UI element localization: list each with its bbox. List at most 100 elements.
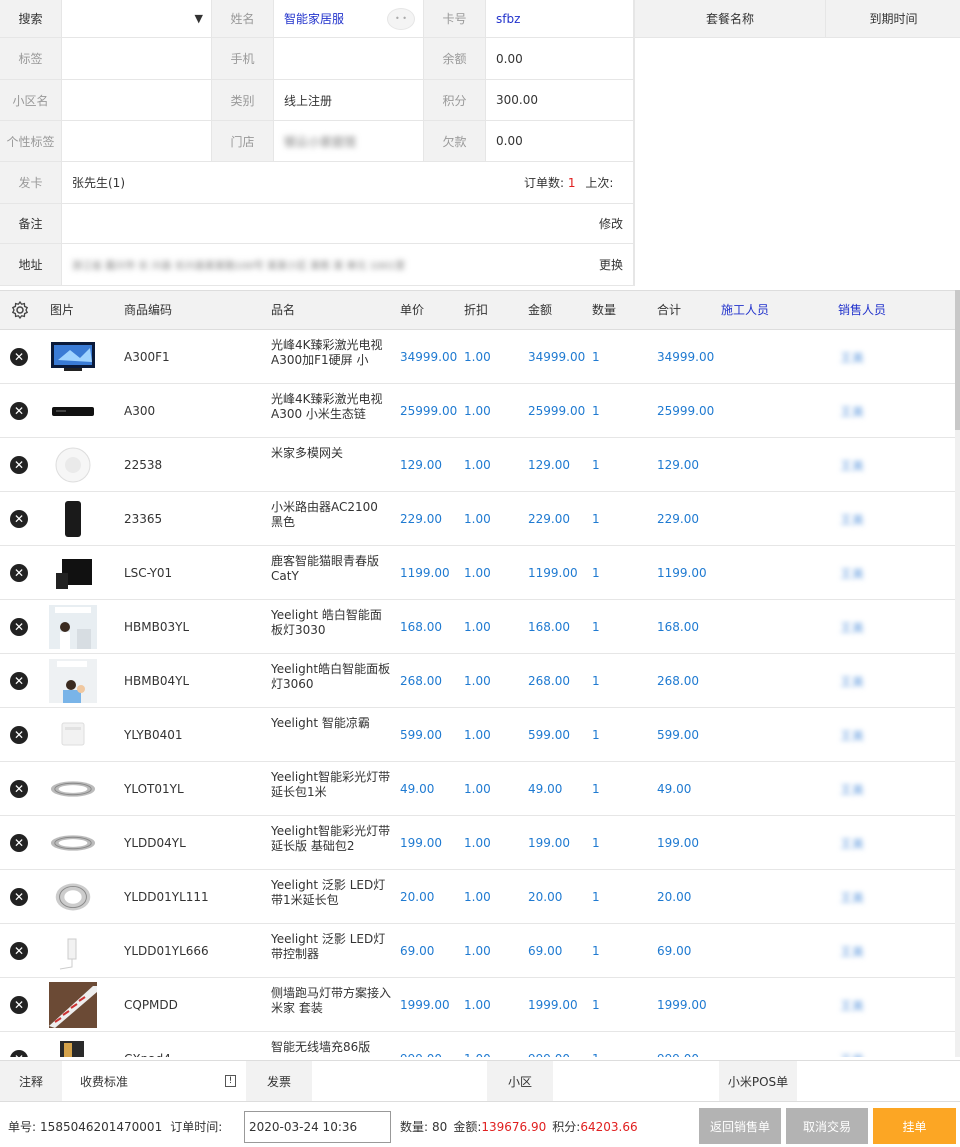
cell-installer[interactable] (721, 492, 821, 546)
cell-qty[interactable]: 1 (592, 546, 600, 600)
cell-installer[interactable] (721, 438, 821, 492)
cell-price[interactable]: 229.00 (400, 492, 460, 546)
cell-qty[interactable]: 1 (592, 978, 600, 1032)
charge-standard-field[interactable]: 收费标准 ! (62, 1061, 246, 1101)
cell-discount[interactable]: 1.00 (464, 762, 491, 816)
cell-price[interactable]: 999.00 (400, 1032, 460, 1057)
edit-note-icon[interactable]: ! (225, 1075, 236, 1087)
cell-discount[interactable]: 1.00 (464, 654, 491, 708)
name-field[interactable]: 智能家居服 • • (274, 0, 424, 38)
search-dropdown[interactable]: ▼ (62, 0, 212, 38)
remark-field[interactable]: 修改 (62, 204, 634, 244)
cell-qty[interactable]: 1 (592, 924, 600, 978)
cell-discount[interactable]: 1.00 (464, 492, 491, 546)
table-row[interactable]: ✕ 22538 米家多模网关 129.00 1.00 129.00 1 129.00 王美 (0, 438, 955, 492)
cell-price[interactable]: 199.00 (400, 816, 460, 870)
cell-installer[interactable] (721, 654, 821, 708)
cell-seller[interactable]: 王美 (840, 600, 864, 654)
cell-installer[interactable] (721, 546, 821, 600)
cell-price[interactable]: 34999.00 (400, 330, 460, 384)
remove-item-button[interactable]: ✕ (10, 762, 28, 816)
cell-discount[interactable]: 1.00 (464, 546, 491, 600)
cell-seller[interactable]: 王美 (840, 1032, 864, 1058)
hold-order-button[interactable]: 挂单 (873, 1108, 956, 1144)
remove-item-button[interactable]: ✕ (10, 708, 28, 762)
remove-item-button[interactable]: ✕ (10, 654, 28, 708)
cell-installer[interactable] (721, 600, 821, 654)
cell-qty[interactable]: 1 (592, 330, 600, 384)
table-row[interactable]: ✕ YLDD01YL111 Yeelight 泛影 LED灯带1米延长包 20.00 1… (0, 870, 955, 924)
cell-seller[interactable]: 王美 (840, 330, 864, 384)
cell-qty[interactable]: 1 (592, 600, 600, 654)
table-row[interactable]: ✕ CQPMDD 侧墙跑马灯带方案接入米家 套装 1999.00 1.00 1999.00… (0, 978, 955, 1032)
remark-edit-link[interactable]: 修改 (599, 215, 623, 232)
cell-qty[interactable]: 1 (592, 654, 600, 708)
cell-price[interactable]: 25999.00 (400, 384, 460, 438)
cell-discount[interactable]: 1.00 (464, 978, 491, 1032)
table-row[interactable]: ✕ 23365 小米路由器AC2100 黑色 229.00 1.00 229.00 1 229… (0, 492, 955, 546)
settings-gear-icon[interactable] (10, 291, 30, 329)
cell-discount[interactable]: 1.00 (464, 384, 491, 438)
remove-item-button[interactable]: ✕ (10, 438, 28, 492)
table-row[interactable]: ✕ YLYB0401 Yeelight 智能凉霸 599.00 1.00 599.00 1 5… (0, 708, 955, 762)
remove-item-button[interactable]: ✕ (10, 924, 28, 978)
table-row[interactable]: ✕ A300 光峰4K臻彩激光电视A300 小米生态链 25999.00 1.00 259… (0, 384, 955, 438)
community-footer-field[interactable] (553, 1061, 719, 1101)
table-row[interactable]: ✕ HBMB04YL Yeelight皓白智能面板灯3060 268.00 1.00 26… (0, 654, 955, 708)
cell-discount[interactable]: 1.00 (464, 924, 491, 978)
table-row[interactable]: ✕CXpad4智能无线墙充86版999.001.00999.001999.00王… (0, 1032, 955, 1057)
cell-qty[interactable]: 1 (592, 708, 600, 762)
cell-qty[interactable]: 1 (592, 1032, 600, 1057)
cell-seller[interactable]: 王美 (840, 870, 864, 924)
return-sales-order-button[interactable]: 返回销售单 (699, 1108, 781, 1144)
remove-item-button[interactable]: ✕ (10, 600, 28, 654)
cell-seller[interactable]: 王美 (840, 708, 864, 762)
cell-price[interactable]: 20.00 (400, 870, 460, 924)
cell-seller[interactable]: 王美 (840, 546, 864, 600)
remove-item-button[interactable]: ✕ (10, 870, 28, 924)
scrollbar-thumb[interactable] (955, 290, 960, 430)
invoice-field[interactable] (312, 1061, 487, 1101)
phone-field[interactable] (274, 38, 424, 80)
cell-installer[interactable] (721, 870, 821, 924)
cell-seller[interactable]: 王美 (840, 492, 864, 546)
cell-installer[interactable] (721, 762, 821, 816)
table-row[interactable]: ✕ LSC-Y01 鹿客智能猫眼青春版 CatY 1199.00 1.00 1199.00… (0, 546, 955, 600)
cell-qty[interactable]: 1 (592, 438, 600, 492)
cell-price[interactable]: 69.00 (400, 924, 460, 978)
table-row[interactable]: ✕ HBMB03YL Yeelight 皓白智能面板灯3030 168.00 1.00 1… (0, 600, 955, 654)
cell-installer[interactable] (721, 330, 821, 384)
table-row[interactable]: ✕ YLDD04YL Yeelight智能彩光灯带 延长版 基础包2 199.00 1.… (0, 816, 955, 870)
address-change-link[interactable]: 更换 (592, 256, 623, 273)
cell-installer[interactable] (721, 924, 821, 978)
cell-price[interactable]: 168.00 (400, 600, 460, 654)
cell-qty[interactable]: 1 (592, 384, 600, 438)
cell-seller[interactable]: 王美 (840, 924, 864, 978)
cell-installer[interactable] (721, 1032, 821, 1057)
community-field[interactable] (62, 80, 212, 121)
cell-seller[interactable]: 王美 (840, 438, 864, 492)
remove-item-button[interactable]: ✕ (10, 546, 28, 600)
cell-seller[interactable]: 王美 (840, 978, 864, 1032)
cell-installer[interactable] (721, 978, 821, 1032)
table-row[interactable]: ✕ A300F1 光峰4K臻彩激光电视A300加F1硬屏 小 34999.00 1.00… (0, 330, 955, 384)
cell-discount[interactable]: 1.00 (464, 600, 491, 654)
remove-item-button[interactable]: ✕ (10, 492, 28, 546)
remove-item-button[interactable]: ✕ (10, 1032, 28, 1057)
order-time-input[interactable]: 2020-03-24 10:36 (244, 1111, 391, 1143)
pos-field[interactable] (797, 1061, 960, 1101)
cell-installer[interactable] (721, 816, 821, 870)
cell-seller[interactable]: 王美 (840, 384, 864, 438)
table-row[interactable]: ✕ YLDD01YL666 Yeelight 泛影 LED灯带控制器 69.00 1.0… (0, 924, 955, 978)
cell-discount[interactable]: 1.00 (464, 1032, 491, 1057)
cell-price[interactable]: 268.00 (400, 654, 460, 708)
cell-price[interactable]: 49.00 (400, 762, 460, 816)
cell-price[interactable]: 1999.00 (400, 978, 460, 1032)
cell-discount[interactable]: 1.00 (464, 870, 491, 924)
cell-qty[interactable]: 1 (592, 492, 600, 546)
cell-discount[interactable]: 1.00 (464, 816, 491, 870)
cell-seller[interactable]: 王美 (840, 762, 864, 816)
cell-seller[interactable]: 王美 (840, 654, 864, 708)
remove-item-button[interactable]: ✕ (10, 978, 28, 1032)
cancel-transaction-button[interactable]: 取消交易 (786, 1108, 868, 1144)
